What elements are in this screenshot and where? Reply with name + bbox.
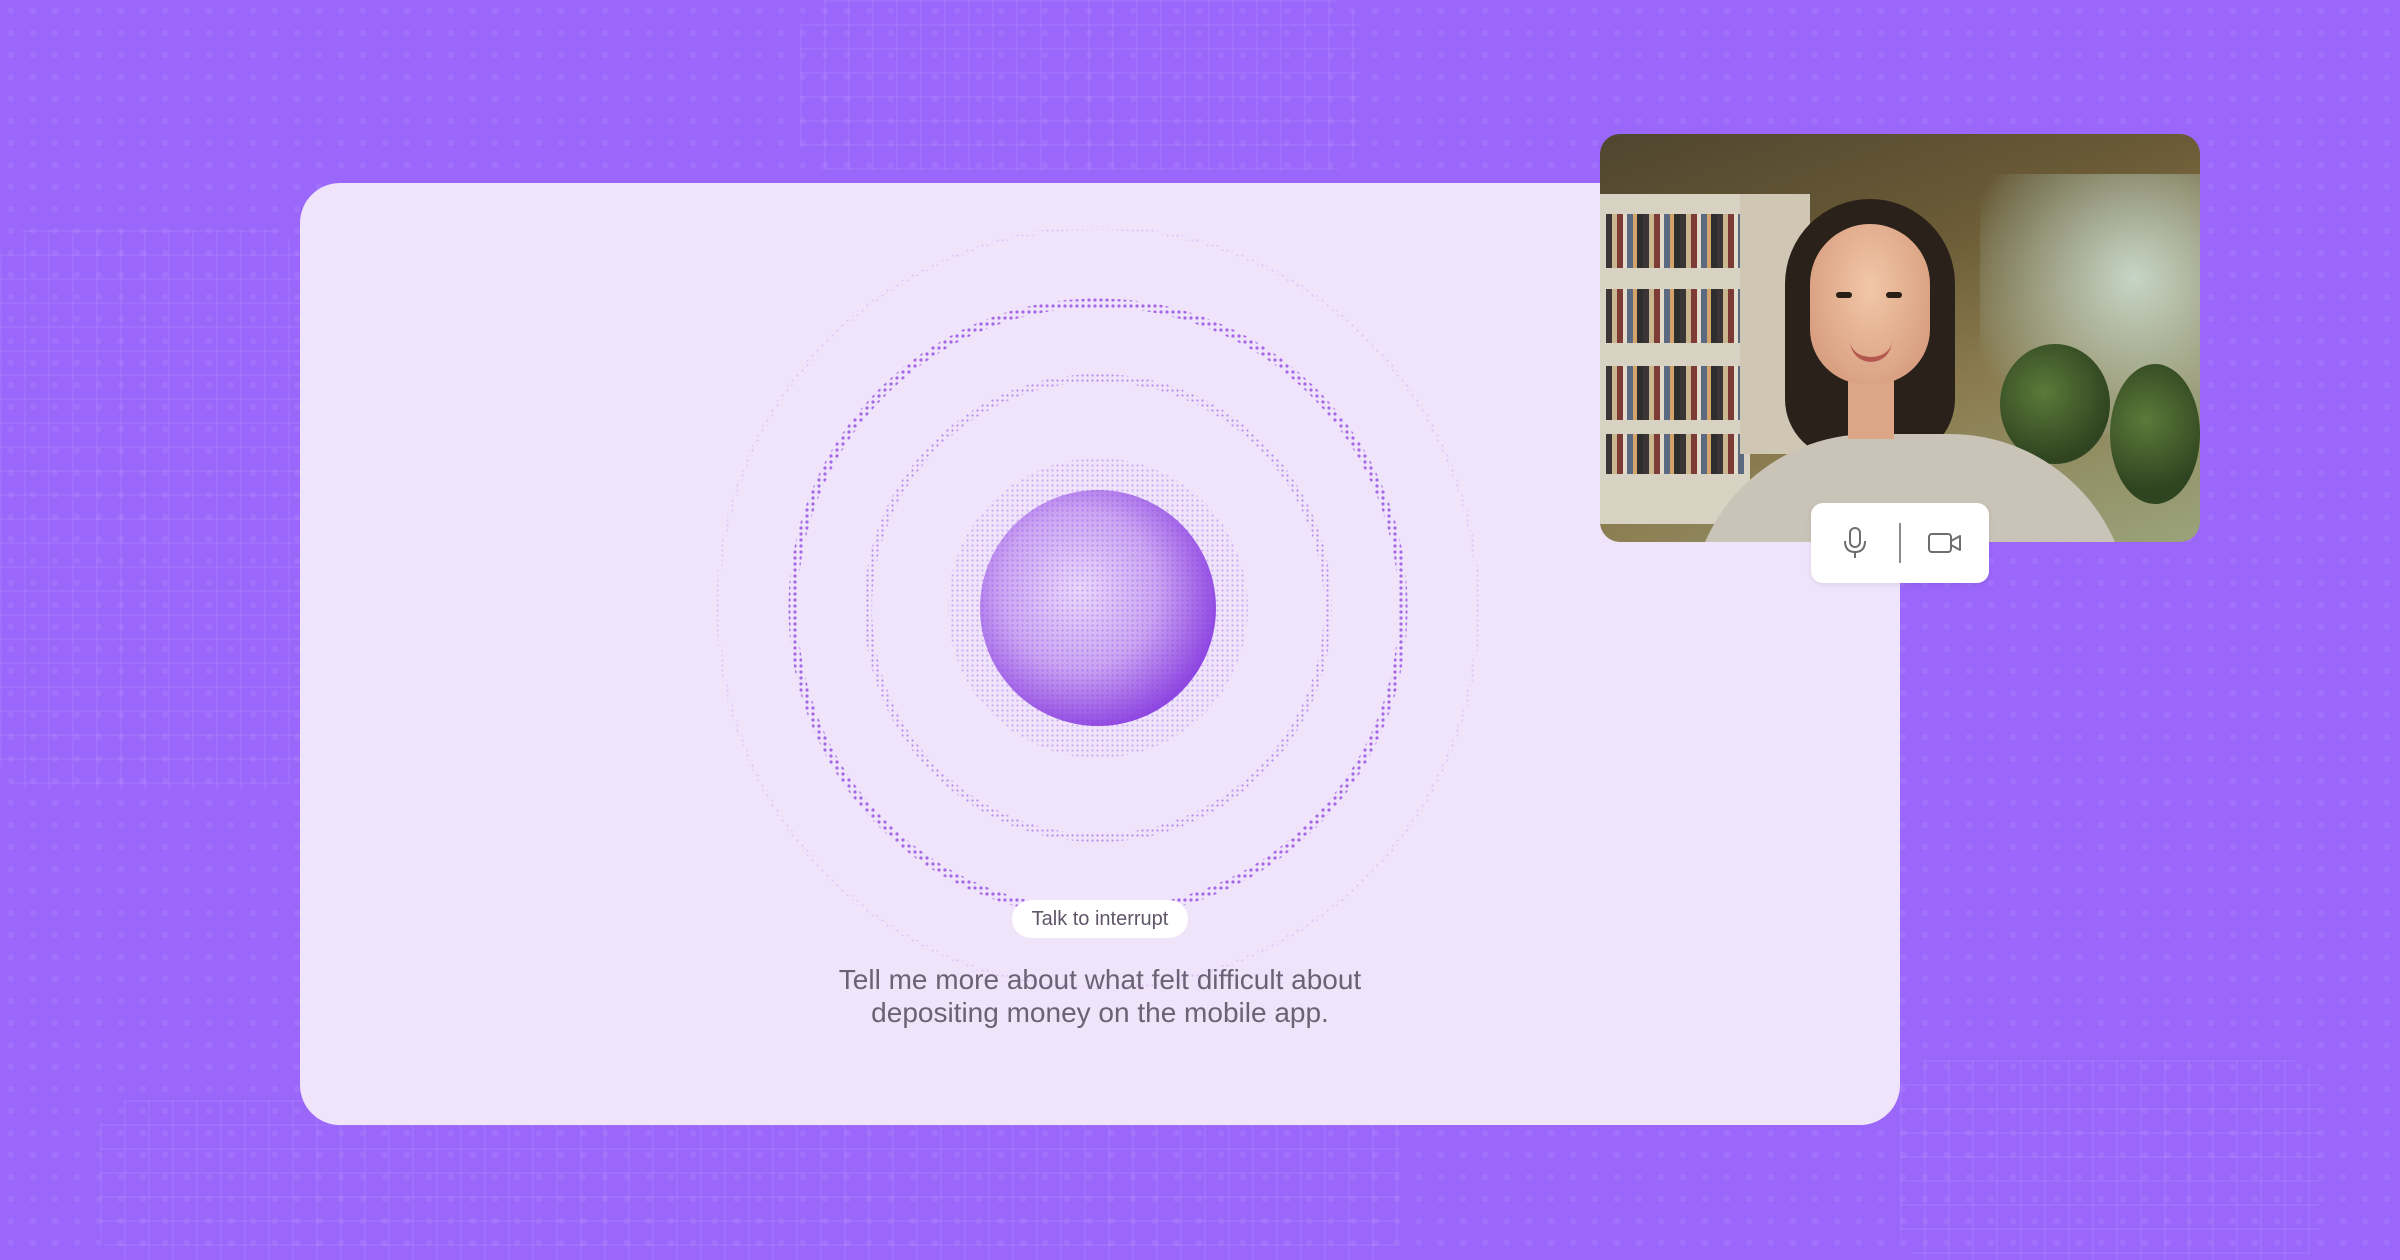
- talk-to-interrupt-badge: Talk to interrupt: [1012, 900, 1188, 938]
- media-controls: [1811, 503, 1989, 583]
- background-decoration: [0, 230, 300, 790]
- microphone-icon: [1844, 527, 1866, 558]
- participant-figure: [1886, 292, 1902, 298]
- video-background: [1606, 214, 1744, 268]
- video-background: [2110, 364, 2200, 504]
- background-decoration: [800, 0, 1360, 170]
- camera-button[interactable]: [1901, 503, 1989, 583]
- microphone-button[interactable]: [1811, 503, 1899, 583]
- video-background: [1606, 434, 1744, 474]
- prompt-line: depositing money on the mobile app.: [871, 997, 1329, 1028]
- participant-figure: [1836, 292, 1852, 298]
- assistant-prompt: Tell me more about what felt difficult a…: [700, 963, 1500, 1029]
- core-orb-texture: [980, 490, 1216, 726]
- video-background: [1606, 366, 1744, 420]
- background-decoration: [1900, 1060, 2320, 1260]
- video-background: [1606, 289, 1744, 343]
- prompt-line: Tell me more about what felt difficult a…: [838, 964, 1362, 995]
- video-camera-icon: [1928, 533, 1961, 553]
- self-view-video: [1600, 134, 2200, 542]
